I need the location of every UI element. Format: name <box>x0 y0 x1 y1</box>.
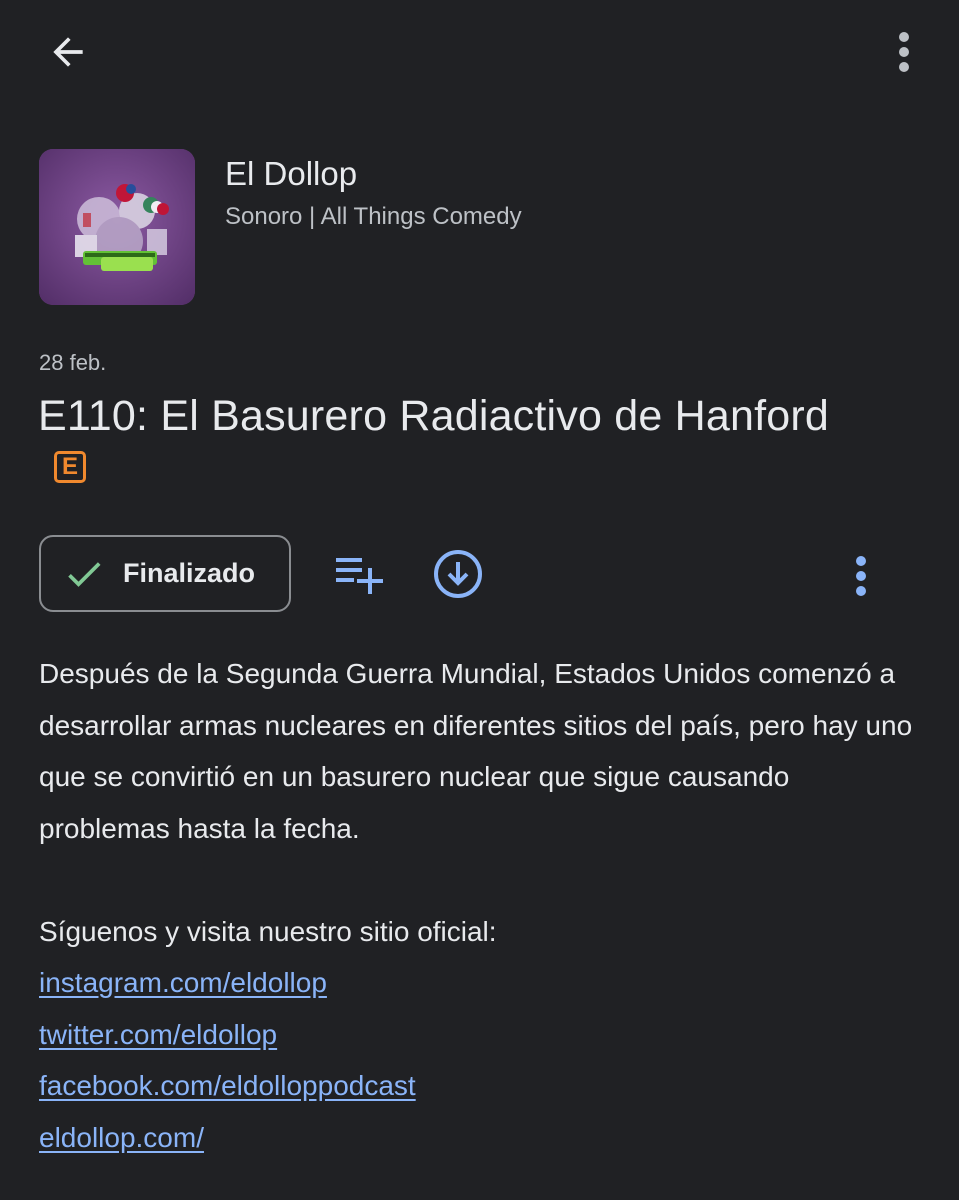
podcast-header[interactable]: El Dollop Sonoro | All Things Comedy <box>39 149 919 305</box>
podcast-publisher: Sonoro | All Things Comedy <box>225 203 522 230</box>
arrow-back-icon <box>53 37 83 67</box>
explicit-badge: E <box>54 451 86 483</box>
podcast-artwork-image <box>39 149 195 305</box>
episode-more-button[interactable] <box>838 548 884 604</box>
top-app-bar <box>0 0 959 104</box>
download-button[interactable] <box>428 544 488 604</box>
download-icon <box>434 550 482 598</box>
episode-description: Después de la Segunda Guerra Mundial, Es… <box>39 648 919 854</box>
more-vert-icon <box>856 556 866 596</box>
podcast-title[interactable]: El Dollop <box>225 155 357 193</box>
overflow-menu-button[interactable] <box>874 20 934 84</box>
follow-text: Síguenos y visita nuestro sitio oficial: <box>39 916 497 947</box>
instagram-link[interactable]: instagram.com/eldollop <box>39 957 327 1009</box>
finalizado-label: Finalizado <box>123 558 256 588</box>
episode-title: E110: El Basurero Radiactivo de Hanford <box>38 392 829 440</box>
episode-date: 28 feb. <box>39 350 107 375</box>
finalizado-button[interactable]: Finalizado <box>39 535 291 612</box>
playlist-add-icon <box>336 558 383 594</box>
facebook-link[interactable]: facebook.com/eldolloppodcast <box>39 1060 416 1112</box>
description-paragraph: Después de la Segunda Guerra Mundial, Es… <box>39 658 913 844</box>
twitter-link[interactable]: twitter.com/eldollop <box>39 1009 277 1061</box>
back-button[interactable] <box>30 16 106 88</box>
social-links: instagram.com/eldollop twitter.com/eldol… <box>39 957 416 1163</box>
website-link[interactable]: eldollop.com/ <box>39 1112 204 1164</box>
podcast-artwork[interactable] <box>39 149 195 305</box>
check-icon <box>61 551 107 597</box>
add-to-queue-button[interactable] <box>328 546 392 602</box>
more-vert-icon <box>899 32 909 72</box>
